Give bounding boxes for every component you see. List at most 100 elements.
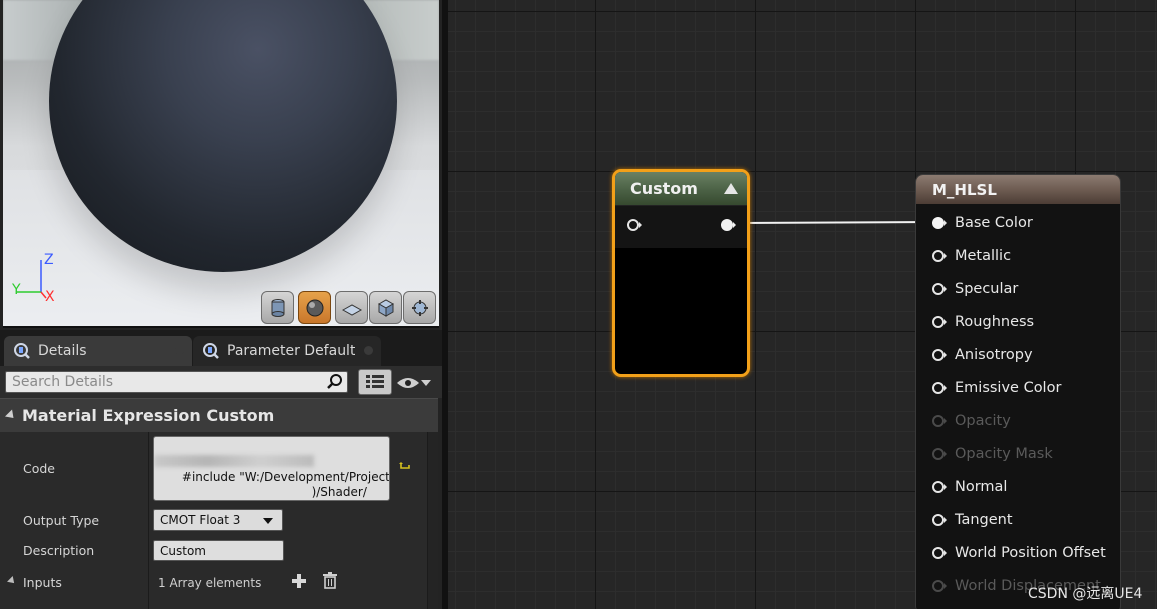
search-input[interactable]: Search Details	[5, 371, 348, 393]
input-pin-icon[interactable]	[931, 480, 949, 494]
custom-mesh-icon	[411, 299, 428, 316]
output-type-value: CMOT Float 3	[160, 513, 241, 527]
eye-icon	[397, 378, 419, 388]
chevron-down-icon	[263, 518, 273, 524]
pin-label: Emissive Color	[955, 379, 1062, 396]
category-title: Material Expression Custom	[22, 406, 275, 425]
input-pin-icon	[932, 579, 947, 592]
collapse-arrow-icon[interactable]	[4, 409, 18, 422]
pin-label: Opacity Mask	[955, 445, 1053, 462]
pin-label: Roughness	[955, 313, 1035, 330]
search-placeholder: Search Details	[12, 374, 114, 390]
output-type-dropdown[interactable]: CMOT Float 3	[153, 509, 283, 531]
material-pin[interactable]: Emissive Color	[916, 371, 1120, 404]
collapse-arrow-icon[interactable]	[724, 183, 738, 194]
category-header[interactable]: Material Expression Custom	[0, 398, 438, 432]
output-pin-icon[interactable]	[720, 218, 736, 232]
material-result-node[interactable]: M_HLSL Base Color Metallic Specular Roughne…	[915, 174, 1121, 609]
plane-preview-button[interactable]	[335, 291, 368, 324]
input-pin-icon[interactable]	[931, 546, 949, 560]
pin-label: World Position Offset	[955, 544, 1106, 561]
inputs-label: Inputs	[23, 575, 62, 590]
code-label: Code	[23, 461, 56, 476]
custom-expression-node[interactable]: Custom	[612, 169, 750, 377]
sphere-icon	[306, 299, 323, 316]
cylinder-preview-button[interactable]	[261, 291, 294, 324]
input-pin-icon[interactable]	[931, 315, 949, 329]
tab-parameter-defaults[interactable]: Parameter Defaults	[193, 336, 381, 366]
material-pin[interactable]: Tangent	[916, 503, 1120, 536]
pin-label: Opacity	[955, 412, 1011, 429]
material-pin[interactable]: Specular	[916, 272, 1120, 305]
details-icon	[14, 343, 30, 359]
sphere-preview-button[interactable]	[298, 291, 331, 324]
material-node-header[interactable]: M_HLSL	[916, 175, 1120, 204]
close-icon[interactable]	[175, 346, 184, 355]
material-pin: Opacity	[916, 404, 1120, 437]
view-options-button[interactable]	[358, 369, 392, 395]
material-pin[interactable]: Normal	[916, 470, 1120, 503]
chevron-down-icon	[421, 380, 431, 386]
input-pin-icon	[932, 414, 947, 427]
custom-node-pins	[615, 206, 747, 248]
axis-z-label: Z	[44, 252, 54, 268]
pin-label: Metallic	[955, 247, 1012, 264]
tab-details-label: Details	[38, 343, 87, 359]
description-label: Description	[23, 543, 95, 558]
cube-icon	[377, 298, 394, 317]
search-icon	[327, 374, 342, 389]
material-pin[interactable]: Metallic	[916, 239, 1120, 272]
trash-icon[interactable]	[322, 572, 338, 589]
axis-y-label: Y	[12, 282, 21, 298]
material-node-title: M_HLSL	[932, 180, 997, 199]
custom-mesh-preview-button[interactable]	[403, 291, 436, 324]
material-preview-viewport[interactable]: Z Y X	[3, 0, 439, 328]
add-element-icon[interactable]	[291, 573, 307, 589]
plane-icon	[341, 303, 362, 316]
material-pin[interactable]: World Position Offset	[916, 536, 1120, 569]
description-value: Custom	[160, 544, 206, 558]
input-pin-icon[interactable]	[931, 216, 949, 230]
output-type-label: Output Type	[23, 513, 100, 528]
input-pin-icon[interactable]	[931, 249, 949, 263]
watermark: CSDN @远离UE4	[1028, 586, 1143, 602]
input-pin-icon[interactable]	[931, 282, 949, 296]
redacted-path	[154, 455, 314, 467]
tab-parameter-defaults-label: Parameter Defaults	[227, 343, 355, 359]
cylinder-icon	[271, 298, 284, 317]
visibility-filter-button[interactable]	[396, 374, 436, 392]
column-divider[interactable]	[148, 432, 149, 609]
pin-label: Base Color	[955, 214, 1033, 231]
axis-x-label: X	[45, 289, 55, 305]
inputs-array-count: 1 Array elements	[158, 576, 262, 590]
material-pin[interactable]: Base Color	[916, 206, 1120, 239]
custom-node-header[interactable]: Custom	[615, 172, 747, 206]
expand-arrow-icon[interactable]	[7, 576, 17, 586]
reset-to-default-icon[interactable]	[399, 462, 411, 472]
properties-scrollbar[interactable]	[427, 432, 438, 609]
properties-panel: Code #include "W:/Development/Project/ )…	[0, 432, 438, 609]
tab-details[interactable]: Details	[4, 336, 192, 366]
material-pin[interactable]: Roughness	[916, 305, 1120, 338]
input-pin-icon[interactable]	[931, 381, 949, 395]
grid-view-icon	[366, 375, 384, 388]
code-field[interactable]: #include "W:/Development/Project/ )/Shad…	[153, 436, 390, 501]
pin-label: Tangent	[955, 511, 1013, 528]
material-pin[interactable]: Anisotropy	[916, 338, 1120, 371]
details-icon	[203, 343, 219, 359]
material-pin: Opacity Mask	[916, 437, 1120, 470]
input-pin-icon[interactable]	[931, 513, 949, 527]
input-pin-icon[interactable]	[931, 348, 949, 362]
custom-node-title: Custom	[630, 179, 698, 198]
input-pin-icon[interactable]	[626, 218, 642, 232]
left-panel: Z Y X Details Parameter Defaults Search …	[0, 0, 442, 609]
cube-preview-button[interactable]	[369, 291, 402, 324]
search-row: Search Details	[0, 366, 442, 398]
input-pin-icon	[932, 447, 947, 460]
tab-bar: Details Parameter Defaults	[0, 330, 442, 366]
code-text: #include "W:/Development/Project/ )/Shad…	[181, 470, 390, 499]
pin-label: Normal	[955, 478, 1008, 495]
close-icon[interactable]	[364, 346, 373, 355]
pin-label: Specular	[955, 280, 1019, 297]
description-field[interactable]: Custom	[153, 540, 284, 561]
